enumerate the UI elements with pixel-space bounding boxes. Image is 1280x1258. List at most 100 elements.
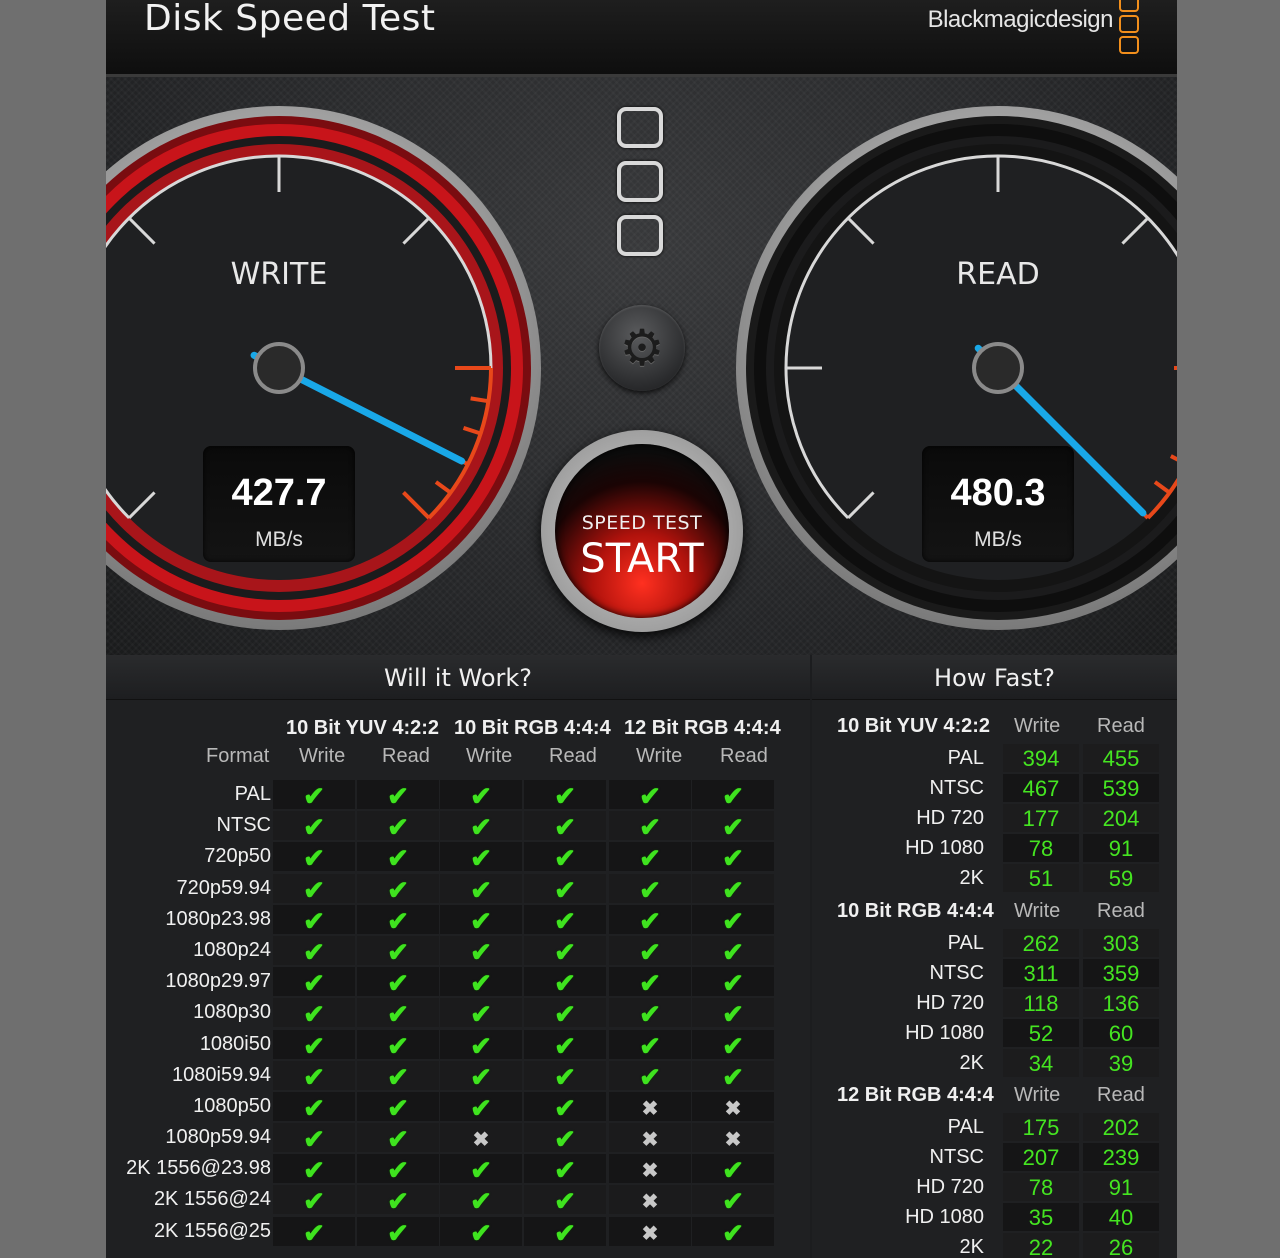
brand-logo-icon [1119,0,1141,56]
checkmark-icon: ✔ [722,936,744,967]
table-row: HD 1080 35 40 [812,1202,1177,1232]
brand-name: Blackmagicdesign [927,6,1114,33]
result-cell: ✔ [357,1154,439,1185]
how-fast-title: How Fast? [812,655,1177,700]
checkmark-icon: ✔ [722,843,744,874]
result-cell: ✔ [609,842,691,873]
checkmark-icon: ✔ [639,812,661,843]
cross-icon: ✖ [641,1191,659,1214]
app-title: Disk Speed Test [144,0,436,39]
write-fps-value: 394 [1003,744,1079,772]
result-cell: ✔ [609,811,691,843]
checkmark-icon: ✔ [387,999,409,1030]
checkmark-icon: ✔ [303,1030,325,1061]
checkmark-icon: ✔ [639,781,661,811]
result-cell: ✔ [524,1060,606,1092]
section-title: 10 Bit RGB 4:4:4 [837,900,994,922]
result-cell: ✔ [357,935,439,967]
format-label: HD 1080 [905,1206,984,1228]
read-fps-value: 202 [1083,1113,1159,1141]
table-row: NTSC 311 359 [812,958,1177,988]
format-label: PAL [234,783,271,805]
indicator-square-icon [617,107,663,148]
result-cell: ✔ [357,811,439,843]
section-header: 10 Bit YUV 4:2:2 Write Read [812,713,1177,743]
result-cell: ✔ [692,1154,774,1185]
result-cell: ✔ [273,873,355,905]
result-cell: ✔ [609,873,691,905]
read-fps-value: 91 [1083,834,1159,862]
checkmark-icon: ✔ [387,1217,409,1248]
result-cell: ✔ [524,1029,606,1061]
format-label: NTSC [929,962,984,984]
how-fast-panel: How Fast? 10 Bit YUV 4:2:2 Write Read PAL 39… [812,655,1177,1258]
result-cell: ✔ [357,842,439,873]
cross-icon: ✖ [724,1129,742,1152]
result-cell: ✔ [524,811,606,842]
checkmark-icon: ✔ [722,781,744,811]
read-fps-value: 40 [1083,1203,1159,1231]
checkmark-icon: ✔ [303,936,325,967]
result-cell: ✔ [273,904,355,936]
write-fps-value: 262 [1003,929,1079,957]
result-cell: ✔ [609,998,691,1029]
gauge-area: WRITE 427.7 MB/s READ 480.3 MB/s ⚙ SPEED… [106,77,1177,655]
result-cell: ✔ [692,1216,774,1248]
format-label: 1080i59.94 [172,1063,271,1086]
result-cell: ✔ [440,811,522,842]
table-row: 1080p30 ✔ ✔ ✔ ✔ ✔ ✔ [117,997,785,1030]
checkmark-icon: ✔ [554,1186,576,1217]
result-cell: ✔ [440,935,522,967]
checkmark-icon: ✔ [303,999,325,1030]
result-cell: ✔ [273,811,355,842]
result-cell: ✔ [524,780,606,811]
checkmark-icon: ✔ [470,1030,492,1061]
result-cell: ✔ [524,935,606,967]
result-cell: ✔ [273,967,355,998]
checkmark-icon: ✔ [387,1092,409,1123]
format-label: 720p50 [204,845,271,868]
table-row: 720p50 ✔ ✔ ✔ ✔ ✔ ✔ [117,841,785,874]
write-fps-value: 51 [1003,864,1079,892]
checkmark-icon: ✔ [387,812,409,843]
checkmark-icon: ✔ [470,999,492,1030]
format-label: HD 720 [916,807,984,829]
result-cell: ✔ [692,1060,774,1092]
group-header: 12 Bit RGB 4:4:4 [624,717,781,739]
result-cell: ✖ [609,1123,691,1153]
write-column-header: Write [1014,1084,1061,1106]
result-cell: ✔ [692,904,774,936]
checkmark-icon: ✔ [722,905,744,936]
checkmark-icon: ✔ [470,1217,492,1248]
settings-button[interactable]: ⚙ [599,305,685,391]
table-row: PAL 394 455 [812,743,1177,773]
cross-icon: ✖ [641,1097,659,1120]
table-row: 2K 1556@24 ✔ ✔ ✔ ✔ ✖ ✔ [117,1184,785,1217]
read-fps-value: 91 [1083,1173,1159,1201]
result-cell: ✖ [692,1091,774,1121]
column-header: Read [382,745,430,767]
result-cell: ✔ [440,967,522,998]
table-row: 1080p23.98 ✔ ✔ ✔ ✔ ✔ ✔ [117,904,785,936]
column-header: Write [466,745,513,767]
result-cell: ✔ [524,998,606,1029]
checkmark-icon: ✔ [722,1217,744,1248]
checkmark-icon: ✔ [303,1092,325,1123]
result-cell: ✔ [692,1029,774,1061]
start-button-face[interactable]: SPEED TEST START [555,444,729,618]
result-cell: ✔ [524,967,606,998]
checkmark-icon: ✔ [639,968,661,999]
checkmark-icon: ✔ [387,874,409,905]
cross-icon: ✖ [472,1129,490,1152]
table-row: HD 1080 78 91 [812,833,1177,863]
checkmark-icon: ✔ [303,781,325,811]
result-cell: ✖ [440,1123,522,1153]
result-cell: ✔ [692,842,774,874]
write-readout: 427.7 MB/s [203,446,355,562]
compatibility-table: PAL ✔ ✔ ✔ ✔ ✔ ✔ NTSC ✔ ✔ ✔ ✔ ✔ ✔ 720p50 ✔ ✔ ✔ ✔ ✔ ✔ 720p59.94… [117,779,785,1248]
checkmark-icon: ✔ [303,1186,325,1217]
write-speed-value: 427.7 [231,472,327,514]
start-button[interactable]: SPEED TEST START [541,430,743,632]
result-cell: ✔ [357,1091,439,1123]
gear-icon: ⚙ [619,320,665,376]
